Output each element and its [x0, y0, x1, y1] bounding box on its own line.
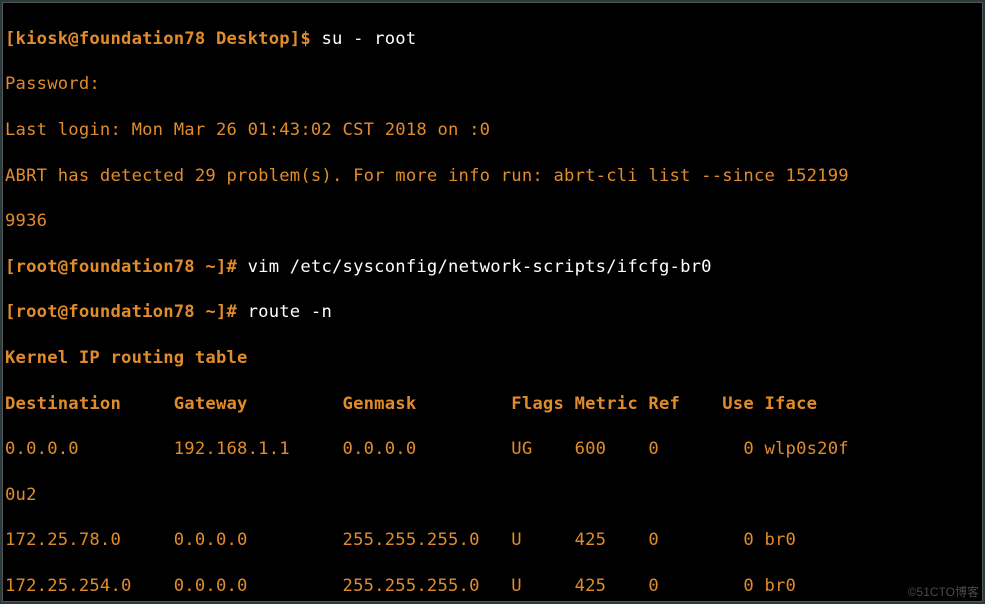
prompt-line-3: [root@foundation78 ~]# route -n	[5, 301, 980, 324]
abrt-line-2: 9936	[5, 210, 980, 233]
route-row: 0.0.0.0 192.168.1.1 0.0.0.0 UG 600 0 0 w…	[5, 438, 980, 461]
route-row: 172.25.254.0 0.0.0.0 255.255.255.0 U 425…	[5, 575, 980, 598]
prompt-root: [root@foundation78 ~]#	[5, 302, 248, 322]
route-row: 0u2	[5, 484, 980, 507]
terminal-window[interactable]: [kiosk@foundation78 Desktop]$ su - root …	[2, 2, 983, 602]
abrt-line-1: ABRT has detected 29 problem(s). For mor…	[5, 165, 980, 188]
prompt-line-2: [root@foundation78 ~]# vim /etc/sysconfi…	[5, 256, 980, 279]
prompt-line-1: [kiosk@foundation78 Desktop]$ su - root	[5, 28, 980, 51]
last-login-line: Last login: Mon Mar 26 01:43:02 CST 2018…	[5, 119, 980, 142]
cmd-route: route -n	[248, 302, 332, 322]
route-header: Destination Gateway Genmask Flags Metric…	[5, 393, 980, 416]
password-label: Password:	[5, 73, 980, 96]
route-title: Kernel IP routing table	[5, 347, 980, 370]
cmd-vim: vim /etc/sysconfig/network-scripts/ifcfg…	[248, 257, 712, 277]
prompt-root: [root@foundation78 ~]#	[5, 257, 248, 277]
cmd-su: su - root	[321, 29, 416, 49]
route-row: 172.25.78.0 0.0.0.0 255.255.255.0 U 425 …	[5, 529, 980, 552]
prompt-kiosk: [kiosk@foundation78 Desktop]$	[5, 29, 321, 49]
